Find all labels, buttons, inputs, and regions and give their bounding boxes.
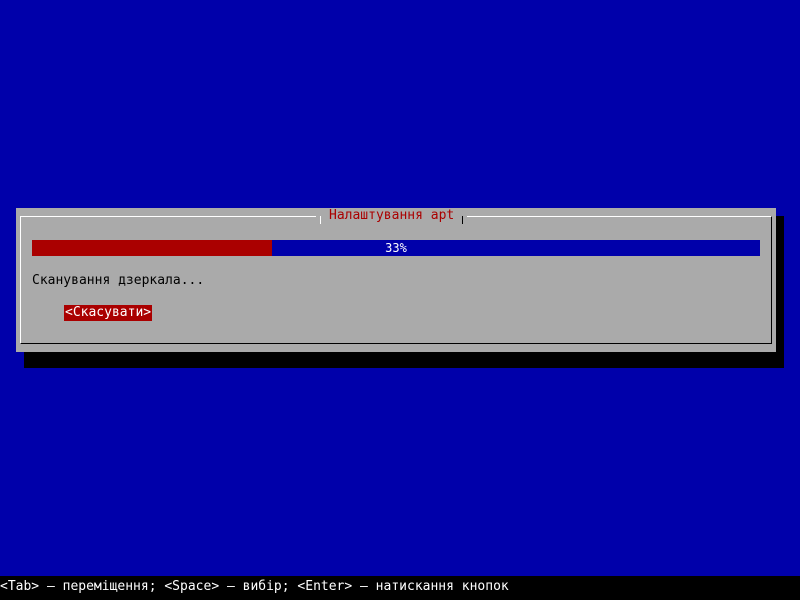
- apt-config-dialog: Налаштування apt 33% Сканування дзеркала…: [16, 208, 776, 352]
- dialog-title: Налаштування apt: [316, 208, 468, 224]
- progress-percent-label: 33%: [385, 241, 407, 255]
- keyboard-help-line: <Tab> – переміщення; <Space> – вибір; <E…: [0, 576, 800, 600]
- cancel-button[interactable]: <Скасувати>: [64, 305, 153, 321]
- title-tick-left: [320, 216, 321, 224]
- dialog-title-text: Налаштування apt: [329, 208, 455, 223]
- title-tick-right: [462, 216, 464, 224]
- progress-bar: 33%: [32, 240, 760, 256]
- installer-screen: Налаштування apt 33% Сканування дзеркала…: [0, 0, 800, 600]
- status-text: Сканування дзеркала...: [32, 273, 205, 288]
